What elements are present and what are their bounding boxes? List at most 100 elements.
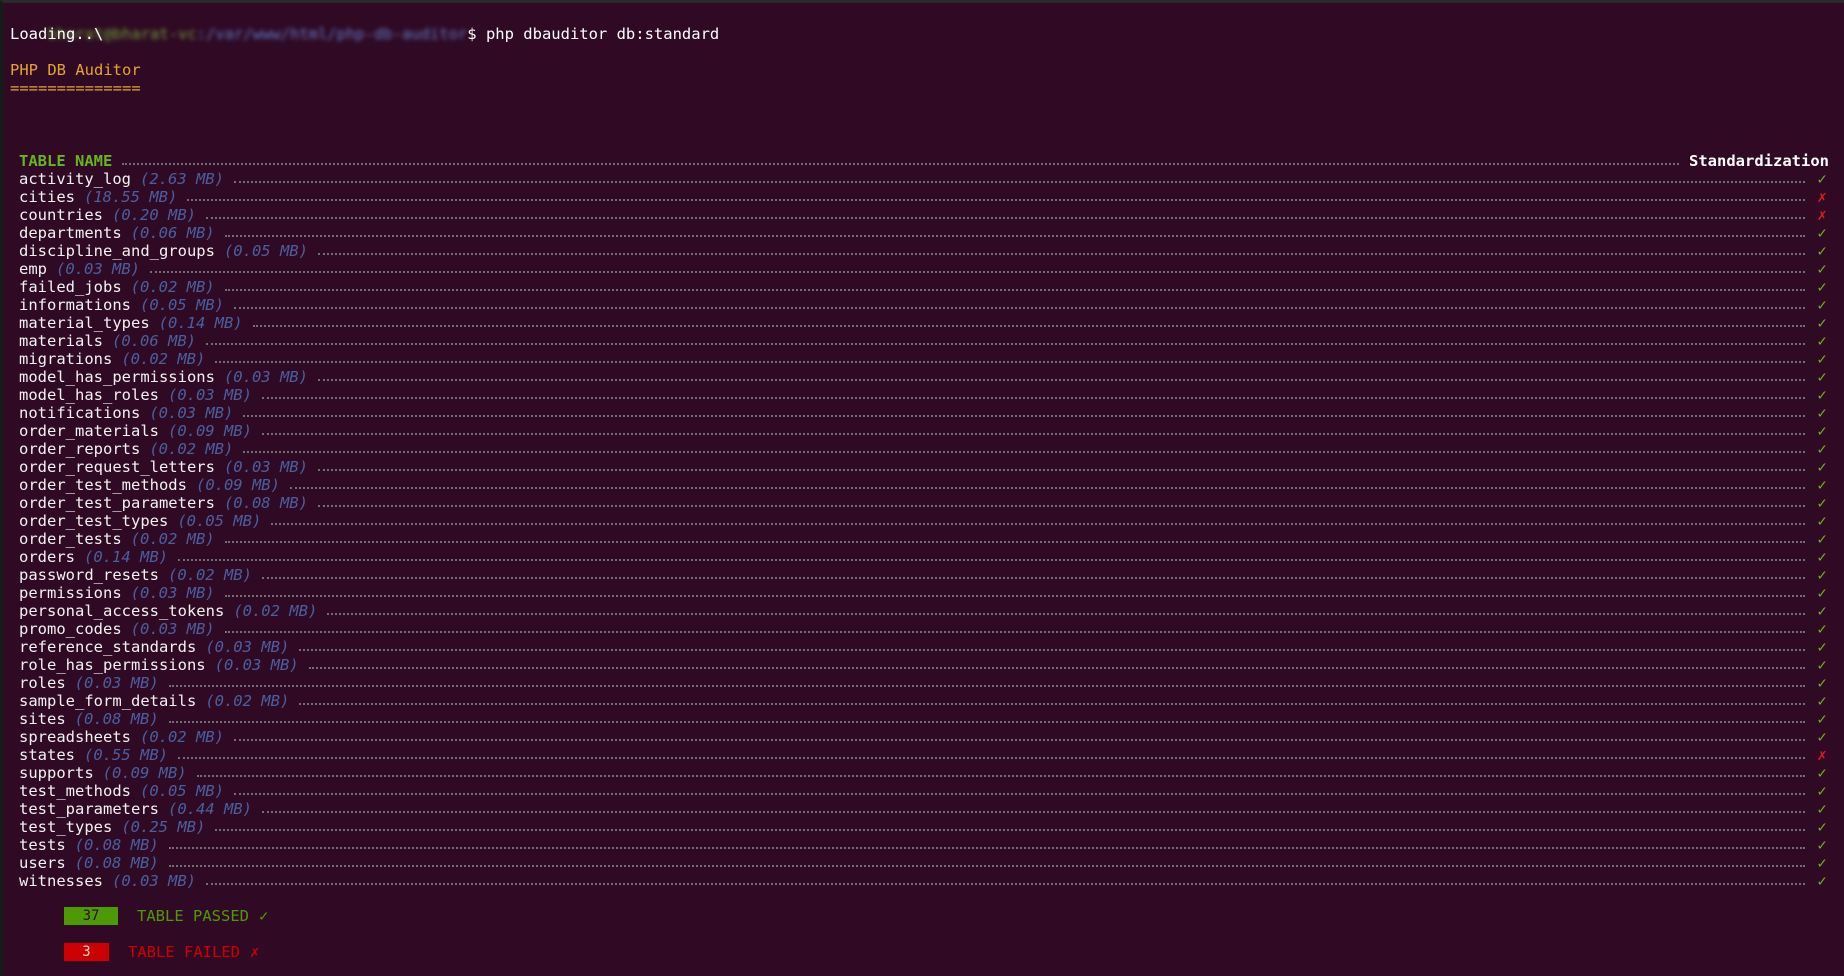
dot-leader — [206, 343, 1805, 345]
cross-icon: ✗ — [1817, 188, 1827, 206]
table-name: failed_jobs — [19, 278, 122, 296]
failed-count-badge: 3 — [64, 943, 109, 961]
check-icon: ✓ — [1817, 728, 1827, 746]
table-name: model_has_roles — [19, 386, 159, 404]
table-name: order_test_parameters — [19, 494, 215, 512]
table-row: order_tests (0.02 MB) ✓ — [19, 530, 1829, 548]
table-size: (0.05 MB) — [223, 242, 308, 260]
check-icon: ✓ — [1817, 692, 1827, 710]
table-row: tests (0.08 MB) ✓ — [19, 836, 1829, 854]
standardization-header: Standardization — [1689, 152, 1829, 170]
check-icon: ✓ — [1817, 602, 1827, 620]
table-row: order_test_types (0.05 MB) ✓ — [19, 512, 1829, 530]
table-size: (0.03 MB) — [149, 404, 234, 422]
table-name: sites — [19, 710, 66, 728]
table-size: (0.44 MB) — [167, 800, 252, 818]
check-icon: ✓ — [1817, 350, 1827, 368]
check-icon: ✓ — [1817, 710, 1827, 728]
table-size: (0.02 MB) — [205, 692, 290, 710]
dot-leader — [178, 757, 1805, 759]
table-name: test_types — [19, 818, 113, 836]
dot-leader — [168, 685, 1805, 687]
failed-label: TABLE FAILED — [128, 943, 240, 961]
passed-count-badge: 37 — [64, 907, 118, 925]
terminal-window[interactable]: bharat@bharat-vc:/var/www/html/php-db-au… — [0, 0, 1844, 976]
dot-leader — [317, 253, 1805, 255]
check-icon: ✓ — [1817, 494, 1827, 512]
table-row: model_has_roles (0.03 MB) ✓ — [19, 386, 1829, 404]
check-icon: ✓ — [1817, 800, 1827, 818]
table-row: countries (0.20 MB) ✗ — [19, 206, 1829, 224]
table-size: (0.03 MB) — [223, 458, 308, 476]
check-icon: ✓ — [1817, 332, 1827, 350]
table-row: orders (0.14 MB) ✓ — [19, 548, 1829, 566]
table-row: model_has_permissions (0.03 MB) ✓ — [19, 368, 1829, 386]
check-icon: ✓ — [1817, 638, 1827, 656]
table-size: (0.02 MB) — [139, 728, 224, 746]
table-name: countries — [19, 206, 103, 224]
table-name: witnesses — [19, 872, 103, 890]
table-row: discipline_and_groups (0.05 MB) ✓ — [19, 242, 1829, 260]
prompt-symbol: $ — [467, 25, 477, 43]
dot-leader — [224, 541, 1805, 543]
table-size: (0.03 MB) — [112, 872, 196, 890]
table-size: (0.09 MB) — [195, 476, 280, 494]
table-name: emp — [19, 260, 47, 278]
table-row: permissions (0.03 MB) ✓ — [19, 584, 1829, 602]
table-name: supports — [19, 764, 94, 782]
table-row: test_types (0.25 MB) ✓ — [19, 818, 1829, 836]
check-icon: ✓ — [1817, 458, 1827, 476]
table-size: (0.05 MB) — [139, 782, 224, 800]
table-row: witnesses (0.03 MB) ✓ — [19, 872, 1829, 890]
app-title: PHP DB Auditor — [10, 61, 141, 79]
table-size: (0.06 MB) — [112, 332, 196, 350]
table-row: order_request_letters (0.03 MB) ✓ — [19, 458, 1829, 476]
check-icon: ✓ — [1817, 422, 1827, 440]
table-size: (0.03 MB) — [205, 638, 290, 656]
dot-leader — [327, 613, 1805, 615]
check-icon: ✓ — [1817, 296, 1827, 314]
table-row: cities (18.55 MB) ✗ — [19, 188, 1829, 206]
dot-leader — [196, 775, 1805, 777]
check-icon: ✓ — [1817, 476, 1827, 494]
table-name: order_test_types — [19, 512, 169, 530]
table-name: notifications — [19, 404, 141, 422]
table-name: password_resets — [19, 566, 159, 584]
check-icon: ✓ — [1817, 872, 1827, 890]
table-name-header: TABLE NAME — [19, 152, 113, 170]
dot-leader — [289, 487, 1805, 489]
cross-icon: ✗ — [1817, 746, 1827, 764]
dot-leader — [187, 199, 1805, 201]
table-name: order_reports — [19, 440, 141, 458]
cross-icon: ✗ — [1817, 206, 1827, 224]
table-row: order_test_methods (0.09 MB) ✓ — [19, 476, 1829, 494]
dot-leader — [215, 361, 1805, 363]
table-name: spreadsheets — [19, 728, 131, 746]
table-size: (0.02 MB) — [149, 440, 234, 458]
table-size: (0.03 MB) — [130, 584, 215, 602]
table-row: password_resets (0.02 MB) ✓ — [19, 566, 1829, 584]
table-name: materials — [19, 332, 103, 350]
table-size: (0.03 MB) — [223, 368, 308, 386]
check-icon: ✓ — [1817, 836, 1827, 854]
table-size: (0.20 MB) — [112, 206, 196, 224]
table-row: failed_jobs (0.02 MB) ✓ — [19, 278, 1829, 296]
summary-passed: 37 TABLE PASSED ✓ — [64, 907, 268, 925]
table-row: informations (0.05 MB) ✓ — [19, 296, 1829, 314]
dot-leader — [243, 415, 1805, 417]
check-icon: ✓ — [1817, 764, 1827, 782]
dot-leader — [122, 163, 1680, 165]
dot-leader — [261, 811, 1805, 813]
table-size: (0.08 MB) — [223, 494, 308, 512]
table-row: material_types (0.14 MB) ✓ — [19, 314, 1829, 332]
table-size: (0.03 MB) — [167, 386, 252, 404]
table-name: departments — [19, 224, 122, 242]
check-icon: ✓ — [1817, 278, 1827, 296]
table-row: states (0.55 MB) ✗ — [19, 746, 1829, 764]
table-row: supports (0.09 MB) ✓ — [19, 764, 1829, 782]
table-size: (0.03 MB) — [56, 260, 140, 278]
dot-leader — [317, 469, 1805, 471]
table-size: (0.06 MB) — [130, 224, 215, 242]
check-icon: ✓ — [1817, 386, 1827, 404]
table-name: role_has_permissions — [19, 656, 206, 674]
